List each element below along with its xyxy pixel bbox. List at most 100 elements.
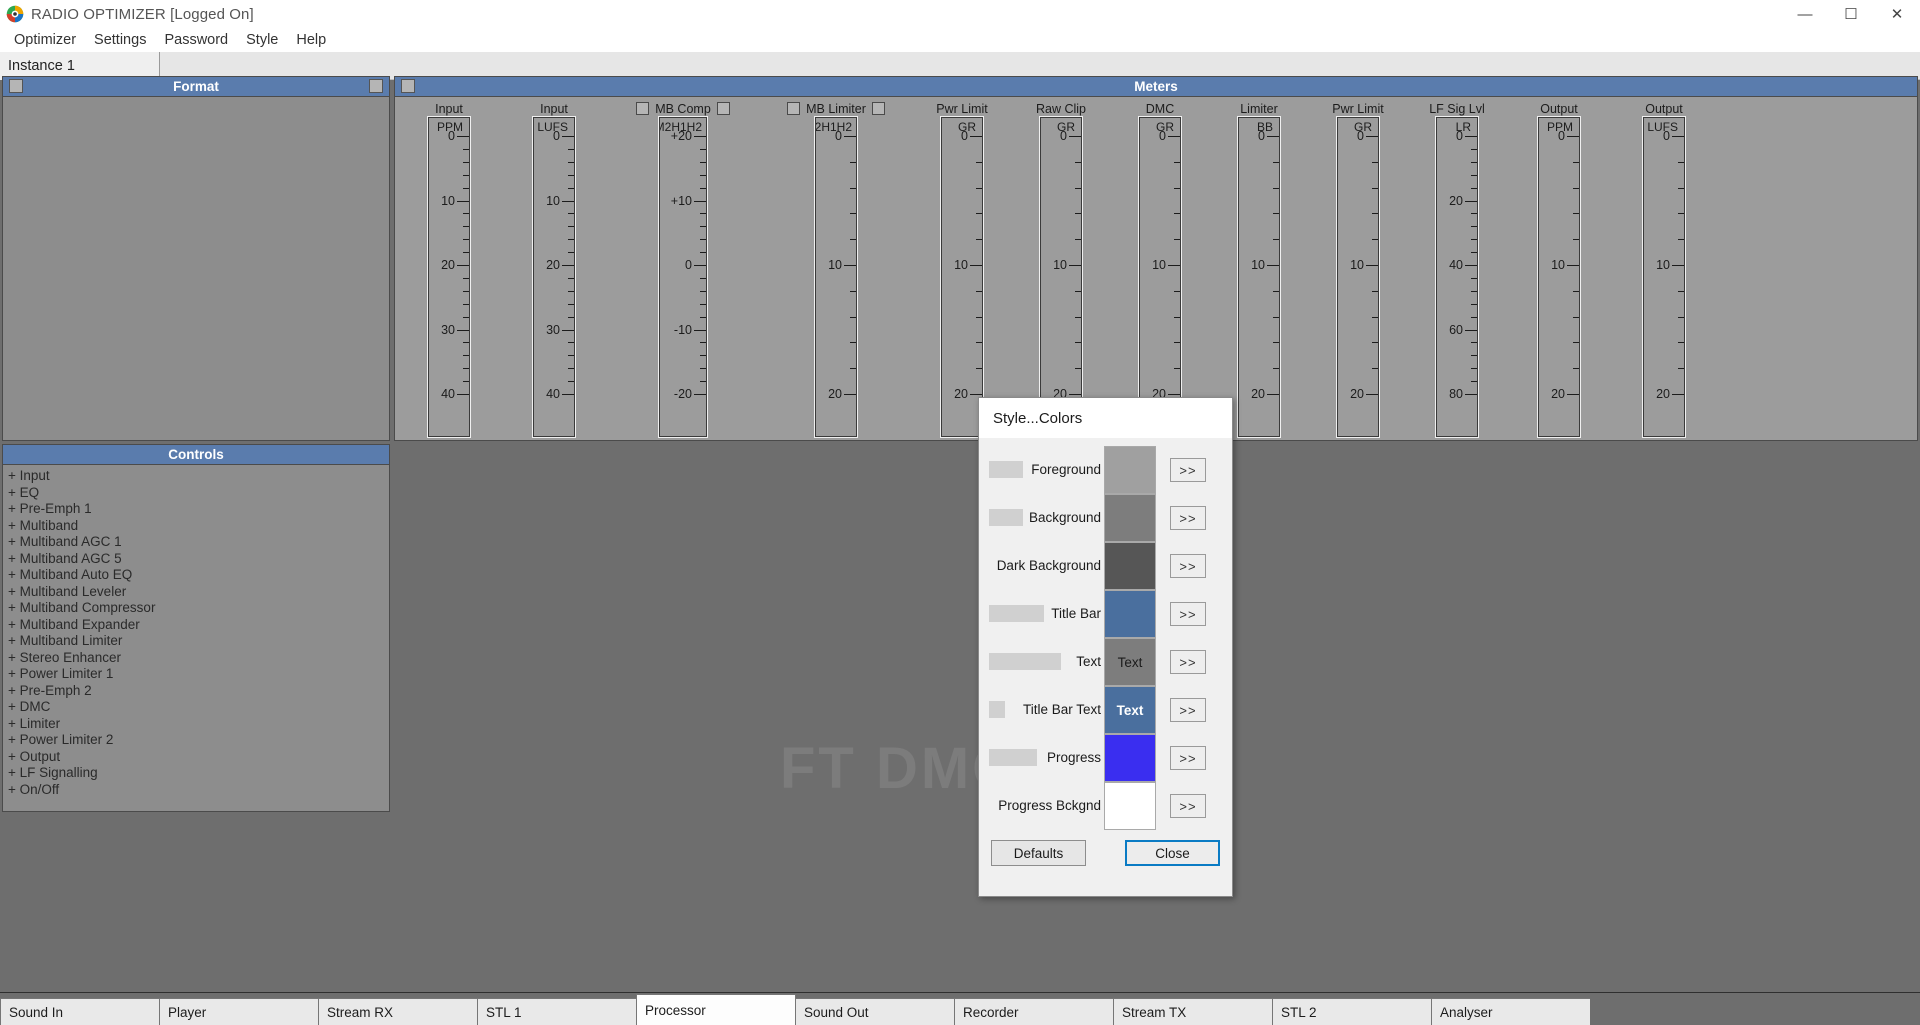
defaults-button[interactable]: Defaults [991,840,1086,866]
color-pick-button-0[interactable]: >> [1170,458,1206,482]
color-swatch-6[interactable] [1104,734,1156,782]
meter-tick-label-4-2: 20 [954,387,968,401]
color-pick-button-5[interactable]: >> [1170,698,1206,722]
controls-item-13[interactable]: + Pre-Emph 2 [3,683,389,700]
maximize-button[interactable]: ☐ [1828,0,1874,28]
bottom-tab-sound-in[interactable]: Sound In [0,998,160,1025]
meter-tick-minor-4 [976,213,982,215]
meter-tick-minor-9 [1471,368,1477,370]
color-pick-button-6[interactable]: >> [1170,746,1206,770]
meter-checkbox-left-3[interactable] [787,102,801,115]
controls-item-12[interactable]: + Power Limiter 1 [3,666,389,683]
meter-tick-minor-0 [463,381,469,383]
color-swatch-3[interactable] [1104,590,1156,638]
meter-column-limiter-7: Limiter 0 10 20 BB [1211,100,1307,437]
meter-tick-minor-8 [1372,342,1378,344]
close-dialog-button[interactable]: Close [1125,840,1220,866]
meter-checkbox-right-3[interactable] [871,102,885,115]
bottom-tab-sound-out[interactable]: Sound Out [795,998,955,1025]
color-row-hint-swatch-0 [989,461,1023,478]
color-swatch-7[interactable] [1104,782,1156,830]
meter-tick-minor-9 [1471,187,1477,189]
controls-item-17[interactable]: + Output [3,749,389,766]
color-swatch-5[interactable]: Text [1104,686,1156,734]
meter-scale-5: 0 10 20 [1041,118,1081,436]
controls-item-18[interactable]: + LF Signalling [3,765,389,782]
bottom-tab-recorder[interactable]: Recorder [954,998,1114,1025]
meter-checkbox-right-2[interactable] [716,102,730,115]
bottom-tab-player[interactable]: Player [159,998,319,1025]
menu-item-password[interactable]: Password [155,30,237,50]
meter-unit-label-0: PPM [436,120,463,134]
meter-name-label-5: Raw Clip [1035,101,1086,116]
controls-item-11[interactable]: + Stereo Enhancer [3,650,389,667]
controls-item-7[interactable]: + Multiband Leveler [3,584,389,601]
meter-tick-minor-8 [1372,161,1378,163]
menu-item-help[interactable]: Help [287,30,335,50]
bottom-tab-stream-rx[interactable]: Stream RX [318,998,478,1025]
bottom-tab-stl-2[interactable]: STL 2 [1272,998,1432,1025]
controls-item-0[interactable]: + Input [3,468,389,485]
controls-item-1[interactable]: + EQ [3,485,389,502]
close-button[interactable]: ✕ [1874,0,1920,28]
controls-item-19[interactable]: + On/Off [3,782,389,799]
meter-tick-major-9-2 [1465,265,1477,266]
meter-tick-minor-9 [1471,252,1477,254]
meter-tick-major-8-0 [1366,136,1378,137]
menu-item-settings[interactable]: Settings [85,30,155,50]
controls-item-2[interactable]: + Pre-Emph 1 [3,501,389,518]
controls-item-4[interactable]: + Multiband AGC 1 [3,534,389,551]
meters-panel-checkbox[interactable] [401,79,415,93]
meter-tick-minor-5 [1075,187,1081,189]
controls-item-5[interactable]: + Multiband AGC 5 [3,551,389,568]
controls-item-15[interactable]: + Limiter [3,716,389,733]
minimize-button[interactable]: — [1782,0,1828,28]
meter-column-output-10: Output 0 10 20 PPM [1508,100,1610,437]
color-swatch-0[interactable] [1104,446,1156,494]
color-pick-button-3[interactable]: >> [1170,602,1206,626]
color-swatch-2[interactable] [1104,542,1156,590]
meter-tick-major-1-3 [562,329,574,331]
controls-item-16[interactable]: + Power Limiter 2 [3,732,389,749]
meter-scale-8: 0 10 20 [1338,118,1378,436]
meter-tick-label-11-1: 10 [1656,258,1670,272]
meter-band-label-2-4: H2 [686,120,702,134]
meter-tick-label-1-1: 10 [546,193,560,208]
meter-unit-label-1: LUFS [537,120,568,134]
color-pick-button-4[interactable]: >> [1170,650,1206,674]
meter-tick-minor-2 [700,161,706,163]
controls-item-9[interactable]: + Multiband Expander [3,617,389,634]
meter-scale-11: 0 10 20 [1644,118,1684,436]
meter-checkbox-left-2[interactable] [636,102,650,115]
color-pick-button-1[interactable]: >> [1170,506,1206,530]
color-swatch-4[interactable]: Text [1104,638,1156,686]
format-panel-checkbox-right[interactable] [369,79,383,93]
color-pick-button-2[interactable]: >> [1170,554,1206,578]
color-pick-button-7[interactable]: >> [1170,794,1206,818]
meter-unit-label-11: LUFS [1647,120,1678,134]
meter-header-9: LF Sig Lvl [1409,100,1505,117]
meter-tick-minor-6 [1174,316,1180,318]
meter-tick-minor-2 [700,239,706,241]
meter-tick-minor-6 [1174,161,1180,163]
controls-item-3[interactable]: + Multiband [3,518,389,535]
bottom-tab-stream-tx[interactable]: Stream TX [1113,998,1273,1025]
color-swatch-1[interactable] [1104,494,1156,542]
color-row-background: Background >> [989,494,1222,542]
bottom-tab-processor[interactable]: Processor [636,994,796,1025]
meter-tick-minor-5 [1075,213,1081,215]
bottom-tab-analyser[interactable]: Analyser [1431,998,1591,1025]
meter-tick-minor-4 [976,316,982,318]
color-row-dark-background: Dark Background >> [989,542,1222,590]
controls-item-8[interactable]: + Multiband Compressor [3,600,389,617]
bottom-tab-stl-1[interactable]: STL 1 [477,998,637,1025]
controls-item-10[interactable]: + Multiband Limiter [3,633,389,650]
meter-tick-minor-1 [568,355,574,357]
meter-band-label-3-3: H1 [821,120,837,134]
menu-item-optimizer[interactable]: Optimizer [5,30,85,50]
meter-column-mb-comp-2: MB Comp+20+100-10-20BM1M2H1H2 [608,100,758,437]
controls-item-6[interactable]: + Multiband Auto EQ [3,567,389,584]
menu-item-style[interactable]: Style [237,30,287,50]
controls-item-14[interactable]: + DMC [3,699,389,716]
format-panel-checkbox[interactable] [9,79,23,93]
